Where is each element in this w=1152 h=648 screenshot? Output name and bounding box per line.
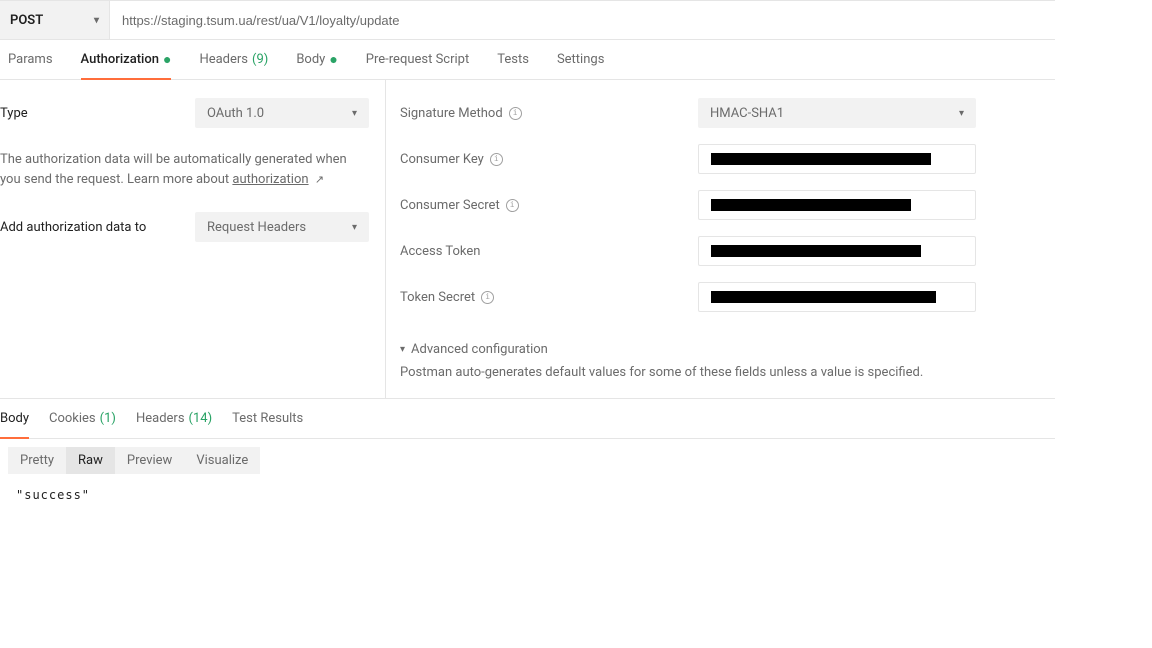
advanced-config-desc: Postman auto-generates default values fo… [400,365,1055,380]
consumer-secret-input[interactable] [698,190,976,220]
tab-body[interactable]: Body● [296,40,337,79]
auth-description: The authorization data will be automatic… [0,150,369,190]
tab-params[interactable]: Params [8,40,53,79]
request-bar: POST ▾ [0,0,1055,40]
url-input[interactable] [110,1,1055,39]
response-tabs: Body Cookies(1) Headers(14) Test Results [0,399,1055,439]
chevron-down-icon: ▾ [94,15,99,26]
auth-learn-link[interactable]: authorization [232,172,308,187]
consumer-key-input[interactable] [698,144,976,174]
access-token-label: Access Token [400,244,698,259]
redacted-value [711,291,936,303]
resp-tab-test-results[interactable]: Test Results [232,399,303,438]
external-link-icon: ↗ [315,173,324,186]
chevron-down-icon: ▾ [352,222,357,233]
token-secret-label: Token Secret i [400,290,698,305]
signature-method-label: Signature Method i [400,106,698,121]
view-visualize-button[interactable]: Visualize [184,447,260,474]
auth-type-label: Type [0,106,28,121]
resp-tab-body[interactable]: Body [0,399,29,438]
redacted-value [711,199,911,211]
resp-tab-cookies[interactable]: Cookies(1) [49,399,116,438]
consumer-secret-label: Consumer Secret i [400,198,698,213]
auth-pane: Type OAuth 1.0 ▾ The authorization data … [0,80,1055,399]
redacted-value [711,245,921,257]
method-value: POST [10,13,43,28]
info-icon[interactable]: i [509,107,522,120]
request-tabs: Params Authorization● Headers(9) Body● P… [0,40,1055,80]
info-icon[interactable]: i [481,291,494,304]
dot-icon: ● [329,53,337,67]
redacted-value [711,153,931,165]
tab-settings[interactable]: Settings [557,40,604,79]
auth-right-pane: Signature Method i HMAC-SHA1 ▾ Consumer … [386,80,1055,398]
dot-icon: ● [163,53,171,67]
tab-prerequest[interactable]: Pre-request Script [366,40,469,79]
info-icon[interactable]: i [490,153,503,166]
auth-left-pane: Type OAuth 1.0 ▾ The authorization data … [0,80,386,398]
view-preview-button[interactable]: Preview [115,447,184,474]
view-pretty-button[interactable]: Pretty [8,447,66,474]
signature-method-select[interactable]: HMAC-SHA1 ▾ [698,98,976,128]
consumer-key-label: Consumer Key i [400,152,698,167]
view-raw-button[interactable]: Raw [66,447,115,474]
chevron-down-icon: ▾ [959,108,964,119]
access-token-input[interactable] [698,236,976,266]
resp-tab-headers[interactable]: Headers(14) [136,399,212,438]
add-auth-select[interactable]: Request Headers ▾ [195,212,369,242]
auth-type-select[interactable]: OAuth 1.0 ▾ [195,98,369,128]
tab-authorization[interactable]: Authorization● [81,40,172,79]
info-icon[interactable]: i [506,199,519,212]
chevron-down-icon: ▾ [400,344,405,355]
token-secret-input[interactable] [698,282,976,312]
tab-tests[interactable]: Tests [497,40,529,79]
advanced-config-toggle[interactable]: ▾ Advanced configuration [400,342,1055,357]
chevron-down-icon: ▾ [352,108,357,119]
view-toggle: Pretty Raw Preview Visualize [0,439,1152,482]
add-auth-label: Add authorization data to [0,220,146,235]
response-body: "success" [0,482,1152,508]
method-select[interactable]: POST ▾ [0,1,110,39]
tab-headers[interactable]: Headers(9) [199,40,268,79]
